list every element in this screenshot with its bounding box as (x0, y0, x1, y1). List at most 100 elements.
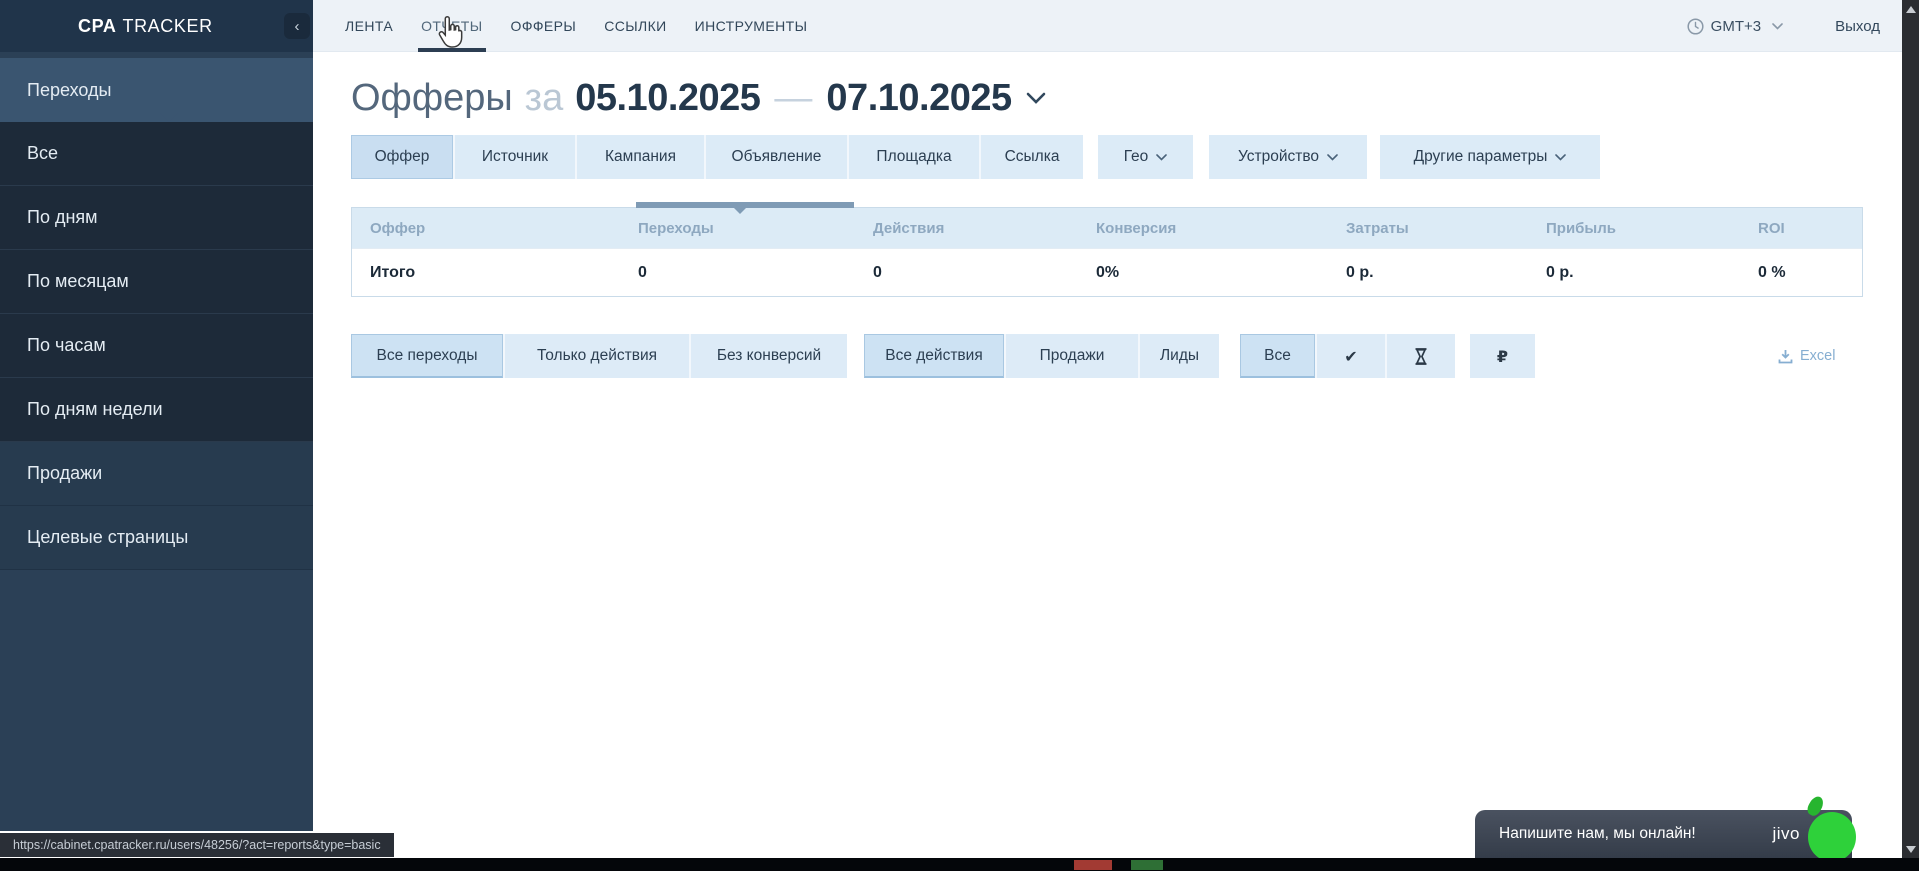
logo-bold: CPA (78, 16, 116, 37)
other-params-dropdown-wrap: Другие параметры (1380, 135, 1600, 179)
date-dash: — (774, 77, 812, 120)
currency-filter-group: ₽ (1470, 334, 1535, 378)
title-preposition: за (525, 77, 564, 120)
top-bar: ЛЕНТА ОТЧЕТЫ ОФФЕРЫ ССЫЛКИ ИНСТРУМЕНТЫ G… (313, 0, 1902, 52)
report-table: Оффер Переходы Действия Конверсия Затрат… (351, 207, 1863, 297)
col-konversiya[interactable]: Конверсия (1078, 220, 1328, 237)
nav-otchety[interactable]: ОТЧЕТЫ (421, 0, 482, 52)
sidebar-collapse-button[interactable]: ‹ (284, 13, 310, 39)
filter-currency-ruble[interactable]: ₽ (1470, 334, 1535, 378)
clicks-filter-group: Все переходы Только действия Без конверс… (351, 334, 847, 378)
col-roi[interactable]: ROI (1740, 220, 1862, 237)
os-taskbar-edge (0, 858, 1919, 871)
date-to[interactable]: 07.10.2025 (826, 77, 1011, 120)
excel-label: Excel (1800, 348, 1835, 364)
total-perehody: 0 (620, 264, 855, 282)
actions-filter-group: Все действия Продажи Лиды (864, 334, 1219, 378)
filter-all-actions[interactable]: Все действия (864, 334, 1004, 378)
excel-export-link[interactable]: Excel (1778, 334, 1835, 378)
sidebar-item-prodazhi[interactable]: Продажи (0, 442, 313, 506)
chevron-down-icon (1156, 154, 1167, 161)
dimension-tabs: Оффер Источник Кампания Объявление Площа… (351, 135, 1083, 179)
logout-link[interactable]: Выход (1835, 18, 1880, 35)
table-header-row: Оффер Переходы Действия Конверсия Затрат… (352, 208, 1862, 248)
ruble-icon: ₽ (1497, 347, 1508, 366)
tab-other-params-label: Другие параметры (1414, 148, 1548, 166)
filter-leads[interactable]: Лиды (1138, 334, 1219, 378)
logo-bar: CPA TRACKER ‹ (0, 0, 313, 52)
scroll-down-arrow[interactable] (1902, 841, 1919, 857)
timezone-label: GMT+3 (1711, 18, 1761, 35)
check-icon: ✔ (1344, 347, 1357, 366)
chevron-down-icon (1327, 154, 1338, 161)
total-konversiya: 0% (1078, 264, 1328, 282)
total-zatraty: 0 р. (1328, 264, 1528, 282)
nav-lenta[interactable]: ЛЕНТА (345, 0, 393, 52)
sidebar-item-celevye-stranicy[interactable]: Целевые страницы (0, 506, 313, 570)
scroll-up-arrow[interactable] (1902, 1, 1919, 17)
col-pribyl[interactable]: Прибыль (1528, 220, 1740, 237)
total-pribyl: 0 р. (1528, 264, 1740, 282)
tab-istochnik[interactable]: Источник (453, 135, 575, 179)
tab-device-dropdown[interactable]: Устройство (1209, 135, 1367, 179)
taskbar-icon-red (1074, 860, 1112, 870)
sidebar-item-po-chasam[interactable]: По часам (0, 314, 313, 378)
col-zatraty[interactable]: Затраты (1328, 220, 1528, 237)
filter-sales[interactable]: Продажи (1004, 334, 1138, 378)
col-perehody[interactable]: Переходы (620, 220, 855, 237)
sidebar-item-vse[interactable]: Все (0, 122, 313, 186)
hourglass-icon (1412, 347, 1430, 366)
filter-all-clicks[interactable]: Все переходы (351, 334, 503, 378)
tab-obyavlenie[interactable]: Объявление (704, 135, 847, 179)
filter-no-conversions[interactable]: Без конверсий (689, 334, 847, 378)
sort-indicator (636, 202, 854, 208)
filter-status-pending[interactable] (1385, 334, 1455, 378)
col-offer[interactable]: Оффер (352, 220, 620, 237)
status-filter-group: Все ✔ (1240, 334, 1455, 378)
table-total-row: Итого 0 0 0% 0 р. 0 р. 0 % (352, 248, 1862, 296)
taskbar-icon-green (1131, 860, 1163, 870)
tab-ploshchadka[interactable]: Площадка (847, 135, 979, 179)
status-url: https://cabinet.cpatracker.ru/users/4825… (13, 838, 381, 852)
tab-geo-dropdown[interactable]: Гео (1098, 135, 1193, 179)
app-root: ЛЕНТА ОТЧЕТЫ ОФФЕРЫ ССЫЛКИ ИНСТРУМЕНТЫ G… (0, 0, 1919, 871)
sidebar-item-po-mesyacam[interactable]: По месяцам (0, 250, 313, 314)
jivo-logo: jivo (1772, 824, 1800, 844)
nav-ssylki[interactable]: ССЫЛКИ (604, 0, 666, 52)
date-range-dropdown[interactable] (1026, 92, 1046, 104)
filter-status-all[interactable]: Все (1240, 334, 1315, 378)
chevron-down-icon (1772, 23, 1783, 30)
top-bar-right: GMT+3 Выход (1687, 0, 1880, 52)
total-deystviya: 0 (855, 264, 1078, 282)
tab-ssylka[interactable]: Ссылка (979, 135, 1083, 179)
tab-geo-label: Гео (1124, 148, 1149, 166)
nav-offery[interactable]: ОФФЕРЫ (511, 0, 577, 52)
chat-online-indicator (1808, 812, 1856, 862)
filter-only-actions[interactable]: Только действия (503, 334, 689, 378)
link-status-tooltip: https://cabinet.cpatracker.ru/users/4825… (0, 833, 394, 857)
sidebar-item-po-dnyam[interactable]: По дням (0, 186, 313, 250)
top-navigation: ЛЕНТА ОТЧЕТЫ ОФФЕРЫ ССЫЛКИ ИНСТРУМЕНТЫ (345, 0, 807, 52)
device-dropdown-wrap: Устройство (1209, 135, 1367, 179)
timezone-selector[interactable]: GMT+3 (1687, 18, 1783, 35)
nav-instrumenty[interactable]: ИНСТРУМЕНТЫ (695, 0, 808, 52)
sidebar: CPA TRACKER ‹ Переходы Все По дням По ме… (0, 0, 313, 831)
chevron-down-icon (1555, 154, 1566, 161)
download-icon (1778, 349, 1793, 364)
sidebar-menu: Переходы Все По дням По месяцам По часам… (0, 58, 313, 570)
col-deystviya[interactable]: Действия (855, 220, 1078, 237)
tab-kampaniya[interactable]: Кампания (575, 135, 704, 179)
total-label: Итого (352, 264, 620, 282)
chat-widget[interactable]: Напишите нам, мы онлайн! jivo (1475, 810, 1852, 858)
sidebar-item-po-dnyam-nedeli[interactable]: По дням недели (0, 378, 313, 442)
tab-other-params-dropdown[interactable]: Другие параметры (1380, 135, 1600, 179)
date-from[interactable]: 05.10.2025 (575, 77, 760, 120)
page-scrollbar[interactable] (1902, 0, 1919, 858)
total-roi: 0 % (1740, 264, 1862, 282)
logo-rest: TRACKER (122, 16, 212, 37)
tab-offer[interactable]: Оффер (351, 135, 453, 179)
page-title: Офферы (351, 77, 513, 120)
sidebar-item-perehody[interactable]: Переходы (0, 58, 313, 122)
app-logo: CPA TRACKER (78, 0, 213, 52)
filter-status-approved[interactable]: ✔ (1315, 334, 1385, 378)
